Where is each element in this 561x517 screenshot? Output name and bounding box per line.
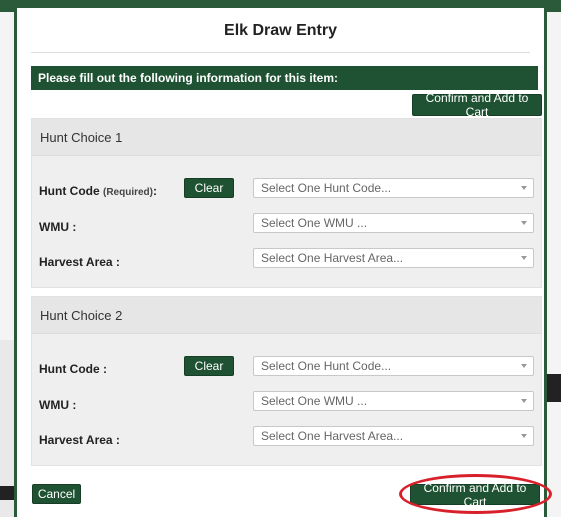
harvest-area-label-2: Harvest Area :	[39, 433, 120, 447]
hunt-choice-1-header: Hunt Choice 1	[32, 119, 541, 156]
hunt-code-select-2-value: Select One Hunt Code...	[261, 359, 392, 373]
hunt-code-select-1[interactable]: Select One Hunt Code...	[253, 178, 534, 198]
chevron-down-icon	[521, 221, 527, 225]
hunt-code-label-2: Hunt Code :	[39, 362, 107, 376]
wmu-select-1[interactable]: Select One WMU ...	[253, 213, 534, 233]
wmu-select-2[interactable]: Select One WMU ...	[253, 391, 534, 411]
wmu-label-1: WMU :	[39, 220, 77, 234]
hunt-choice-1-section: Hunt Choice 1 Hunt Code (Required): Clea…	[31, 118, 542, 288]
hunt-code-select-2[interactable]: Select One Hunt Code...	[253, 356, 534, 376]
cancel-button[interactable]: Cancel	[32, 484, 81, 504]
required-marker: (Required)	[103, 187, 153, 198]
harvest-area-label-1: Harvest Area :	[39, 255, 120, 269]
background-dark-corner	[0, 486, 14, 500]
chevron-down-icon	[521, 186, 527, 190]
chevron-down-icon	[521, 399, 527, 403]
confirm-add-to-cart-button-top[interactable]: Confirm and Add to Cart	[412, 91, 542, 119]
wmu-label-2: WMU :	[39, 398, 77, 412]
elk-draw-entry-modal: Elk Draw Entry Please fill out the follo…	[14, 8, 552, 517]
chevron-down-icon	[521, 434, 527, 438]
harvest-area-select-2-value: Select One Harvest Area...	[261, 429, 404, 443]
clear-hunt-code-button-1[interactable]: Clear	[184, 178, 234, 198]
hunt-choice-1-title: Hunt Choice 1	[40, 130, 123, 145]
hunt-choice-2-header: Hunt Choice 2	[32, 297, 541, 334]
title-divider	[31, 52, 530, 53]
harvest-area-select-1-value: Select One Harvest Area...	[261, 251, 404, 265]
clear-hunt-code-button-2[interactable]: Clear	[184, 356, 234, 376]
harvest-area-select-2[interactable]: Select One Harvest Area...	[253, 426, 534, 446]
chevron-down-icon	[521, 364, 527, 368]
hunt-code-select-1-value: Select One Hunt Code...	[261, 181, 392, 195]
hunt-choice-2-title: Hunt Choice 2	[40, 308, 123, 323]
wmu-select-1-value: Select One WMU ...	[261, 216, 368, 230]
modal-title: Elk Draw Entry	[224, 22, 337, 39]
instruction-bar: Please fill out the following informatio…	[31, 66, 538, 90]
harvest-area-select-1[interactable]: Select One Harvest Area...	[253, 248, 534, 268]
wmu-select-2-value: Select One WMU ...	[261, 394, 368, 408]
hunt-code-label-1: Hunt Code (Required):	[39, 184, 157, 198]
hunt-choice-2-section: Hunt Choice 2 Hunt Code : Clear Select O…	[31, 296, 542, 466]
chevron-down-icon	[521, 256, 527, 260]
confirm-add-to-cart-button-bottom[interactable]: Confirm and Add to Cart	[410, 481, 540, 509]
